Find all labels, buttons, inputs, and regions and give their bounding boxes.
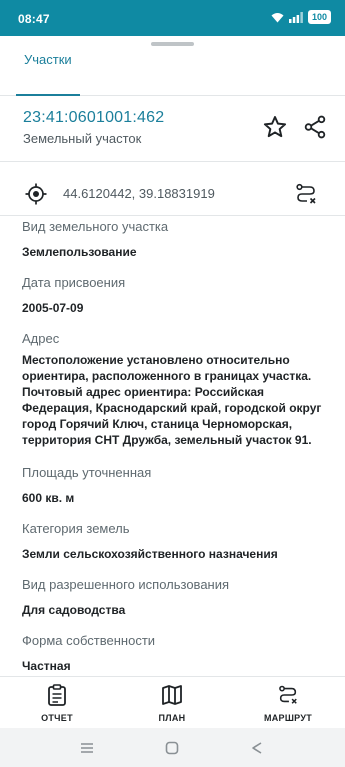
battery-icon: 100: [307, 10, 331, 24]
field-assigned-date: Дата присвоения 2005-07-09: [22, 275, 342, 316]
route-icon: [279, 685, 297, 704]
field-label: Вид разрешенного использования: [22, 577, 230, 592]
coordinates-text[interactable]: 44.6120442, 39.18831919: [63, 186, 215, 201]
field-value: Землепользование: [22, 245, 137, 259]
parcel-type: Земельный участок: [23, 131, 142, 146]
address-line: ориентира, расположенного в границах уча…: [22, 369, 312, 383]
plan-button[interactable]: ПЛАН: [137, 683, 207, 723]
share-icon: [304, 115, 326, 139]
back-button[interactable]: [248, 739, 266, 757]
address-line: Федерация, Краснодарский край, городской…: [22, 401, 322, 415]
home-square-icon: [165, 741, 179, 755]
field-value: Частная: [22, 659, 71, 673]
address-text: Местоположение установлено относительно …: [22, 352, 344, 448]
address-line: Почтовый адрес ориентира: Российская: [22, 385, 265, 399]
field-address: Адрес Местоположение установлено относит…: [22, 331, 342, 448]
report-button[interactable]: ОТЧЕТ: [22, 683, 92, 723]
report-label: ОТЧЕТ: [41, 713, 73, 723]
system-nav-bar: [0, 728, 345, 767]
field-ownership: Форма собственности Частная: [22, 633, 342, 674]
field-land-category: Категория земель Земли сельскохозяйствен…: [22, 521, 342, 562]
address-line: город Горячий Ключ, станица Черноморская…: [22, 417, 293, 431]
map-icon: [162, 685, 182, 705]
field-area: Площадь уточненная 600 кв. м: [22, 465, 342, 506]
route-label: МАРШРУТ: [263, 713, 313, 723]
route-icon: [296, 183, 316, 204]
tab-parcels-label: Участки: [24, 52, 72, 67]
star-icon: [263, 116, 287, 138]
recent-apps-button[interactable]: [78, 739, 96, 757]
wifi-icon: [271, 12, 284, 22]
crosshair-icon: [25, 183, 47, 205]
field-label: Вид земельного участка: [22, 219, 169, 234]
field-value: 600 кв. м: [22, 491, 75, 505]
route-nav-button[interactable]: МАРШРУТ: [253, 683, 323, 723]
parcel-details: Вид земельного участка Землепользование …: [0, 216, 345, 676]
home-button[interactable]: [163, 739, 181, 757]
back-triangle-icon: [252, 742, 262, 754]
status-icons: 100: [271, 10, 331, 24]
field-value: Для садоводства: [22, 603, 126, 617]
field-label: Дата присвоения: [22, 275, 126, 290]
field-land-kind: Вид земельного участка Землепользование: [22, 219, 342, 260]
field-value: 2005-07-09: [22, 301, 84, 315]
clipboard-icon: [48, 684, 66, 706]
route-button[interactable]: [292, 180, 320, 208]
field-label: Категория земель: [22, 521, 130, 536]
share-button[interactable]: [301, 113, 329, 141]
cadastral-number: 23:41:0601001:462: [23, 109, 165, 126]
plan-label: ПЛАН: [158, 713, 186, 723]
address-line: Местоположение установлено относительно: [22, 353, 290, 367]
locate-button[interactable]: [22, 180, 50, 208]
parcel-header: 23:41:0601001:462 Земельный участок: [0, 96, 345, 162]
favorite-button[interactable]: [261, 113, 289, 141]
tab-bar: Участки: [0, 46, 345, 96]
bottom-nav: ОТЧЕТ ПЛАН МАРШРУТ: [0, 676, 345, 728]
status-time: 08:47: [18, 12, 50, 26]
menu-icon: [81, 743, 93, 753]
address-line: территория СНТ Дружба, земельный участок…: [22, 433, 312, 447]
status-bar: 08:47 100: [0, 0, 345, 36]
coordinates-row: 44.6120442, 39.18831919: [0, 172, 345, 216]
field-label: Форма собственности: [22, 633, 156, 648]
field-permitted-use: Вид разрешенного использования Для садов…: [22, 577, 342, 618]
field-label: Площадь уточненная: [22, 465, 152, 480]
signal-icon: [288, 11, 303, 23]
field-label: Адрес: [22, 331, 60, 346]
field-value: Земли сельскохозяйственного назначения: [22, 547, 278, 561]
tab-parcels[interactable]: Участки: [10, 46, 86, 96]
